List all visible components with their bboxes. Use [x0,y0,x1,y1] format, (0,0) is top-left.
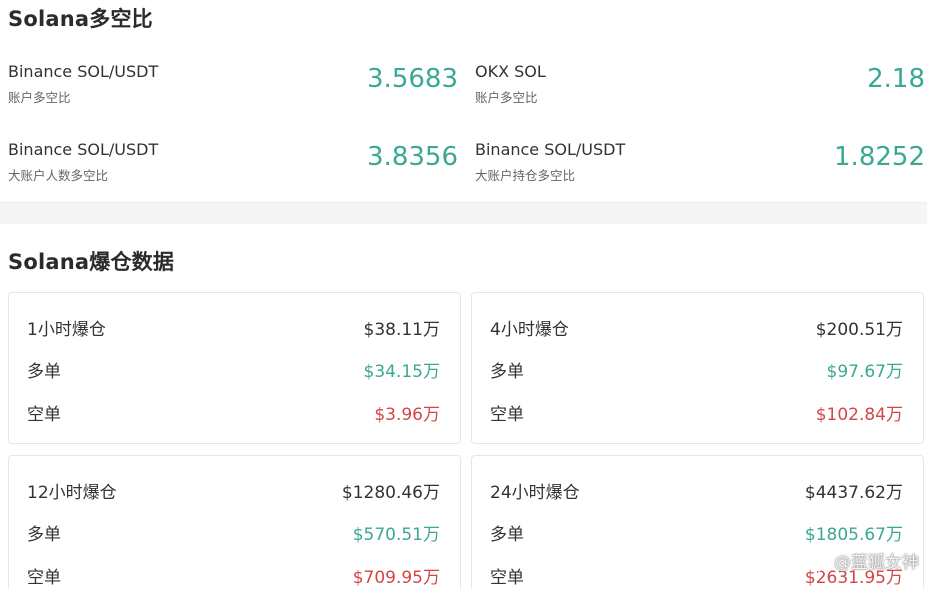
liquidation-section-title: Solana爆仓数据 [8,250,175,274]
liquidation-period-label: 4小时爆仓 [490,320,569,340]
ratio-item-name: OKX SOL [475,62,546,81]
ratio-item-value: 1.8252 [834,142,925,172]
ratio-item-name: Binance SOL/USDT [8,140,159,159]
ratio-item-name: Binance SOL/USDT [8,62,159,81]
ratio-item-value: 3.8356 [367,142,458,172]
ratio-item-okx-account[interactable]: OKX SOL 账户多空比 2.18 [475,62,925,122]
liquidation-total-value: $1280.46万 [341,483,440,503]
liquidation-long-row: 多单 $97.67万 [490,357,903,382]
liquidation-short-row: 空单 $709.95万 [27,563,440,588]
watermark-text: 蓝狐女神 [851,553,919,573]
short-label: 空单 [27,568,61,588]
watermark-logo-icon [809,553,828,573]
liquidation-total-value: $38.11万 [363,320,440,340]
short-label: 空单 [27,405,61,425]
liquidation-period-label: 1小时爆仓 [27,320,106,340]
ratio-item-name: Binance SOL/USDT [475,140,626,159]
ratio-item-subtitle: 大账户持仓多空比 [475,168,576,183]
ratio-item-subtitle: 账户多空比 [8,90,71,105]
liquidation-period-label: 12小时爆仓 [27,483,117,503]
liquidation-short-row: 空单 $102.84万 [490,400,903,425]
liquidation-long-row: 多单 $570.51万 [27,520,440,545]
ratio-item-value: 2.18 [867,64,925,94]
ratio-item-binance-top-positions[interactable]: Binance SOL/USDT 大账户持仓多空比 1.8252 [475,140,925,200]
ratio-item-binance-account[interactable]: Binance SOL/USDT 账户多空比 3.5683 [8,62,458,122]
ratio-section-title: Solana多空比 [8,7,153,31]
short-value: $102.84万 [815,405,903,425]
liquidation-period-label: 24小时爆仓 [490,483,580,503]
liquidation-total-row: 24小时爆仓 $4437.62万 [490,478,903,503]
ratio-item-subtitle: 大账户人数多空比 [8,168,109,183]
liquidation-total-row: 12小时爆仓 $1280.46万 [27,478,440,503]
short-label: 空单 [490,405,524,425]
liquidation-card-4h[interactable]: 4小时爆仓 $200.51万 多单 $97.67万 空单 $102.84万 [471,292,924,444]
long-label: 多单 [27,362,61,382]
ratio-item-value: 3.5683 [367,64,458,94]
watermark-at-symbol: @ [834,553,851,573]
long-value: $97.67万 [826,362,903,382]
section-divider [0,202,927,224]
liquidation-card-1h[interactable]: 1小时爆仓 $38.11万 多单 $34.15万 空单 $3.96万 [8,292,461,444]
liquidation-total-value: $200.51万 [815,320,903,340]
liquidation-short-row: 空单 $3.96万 [27,400,440,425]
liquidation-total-row: 4小时爆仓 $200.51万 [490,315,903,340]
long-value: $34.15万 [363,362,440,382]
short-label: 空单 [490,568,524,588]
liquidation-long-row: 多单 $1805.67万 [490,520,903,545]
liquidation-long-row: 多单 $34.15万 [27,357,440,382]
liquidation-total-row: 1小时爆仓 $38.11万 [27,315,440,340]
ratio-item-binance-top-accounts[interactable]: Binance SOL/USDT 大账户人数多空比 3.8356 [8,140,458,200]
long-value: $570.51万 [352,525,440,545]
watermark: @蓝狐女神 [809,548,919,573]
short-value: $709.95万 [352,568,440,588]
ratio-item-subtitle: 账户多空比 [475,90,538,105]
short-value: $3.96万 [374,405,440,425]
long-label: 多单 [27,525,61,545]
long-value: $1805.67万 [804,525,903,545]
long-label: 多单 [490,362,524,382]
liquidation-card-12h[interactable]: 12小时爆仓 $1280.46万 多单 $570.51万 空单 $709.95万 [8,455,461,589]
long-label: 多单 [490,525,524,545]
liquidation-total-value: $4437.62万 [804,483,903,503]
